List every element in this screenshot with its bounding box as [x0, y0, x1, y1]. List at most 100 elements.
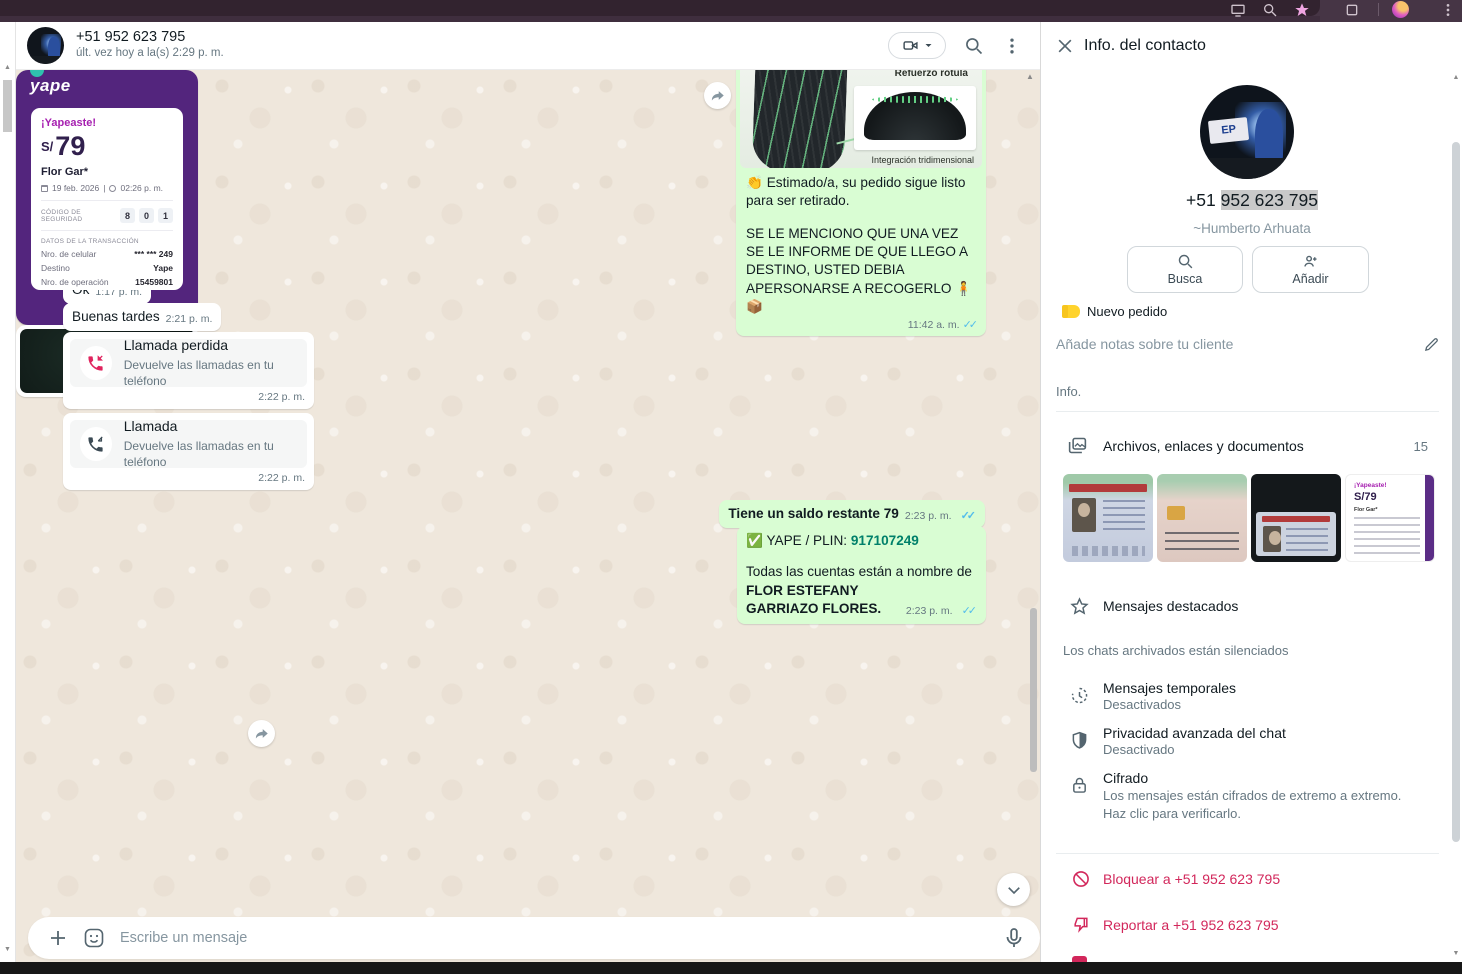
avatar-photo-plate: EP: [1208, 117, 1250, 144]
report-contact-item[interactable]: Reportar a +51 952 623 795: [1103, 917, 1279, 933]
panel-scrollbar-thumb[interactable]: [1452, 142, 1460, 842]
receipt-row-label: Nro. de celular: [41, 249, 96, 259]
left-scrollbar-thumb[interactable]: [3, 80, 12, 132]
media-count[interactable]: 15: [1414, 439, 1428, 454]
media-thumb-id-card-photo[interactable]: [1251, 474, 1341, 562]
bookmark-star-icon[interactable]: [1294, 2, 1310, 18]
encryption-item[interactable]: Cifrado: [1103, 770, 1148, 786]
microphone-icon[interactable]: [1002, 926, 1026, 950]
contact-profile-photo[interactable]: EP: [1200, 85, 1294, 179]
message-greeting[interactable]: Buenas tardes 2:21 p. m.: [63, 303, 221, 331]
video-call-button[interactable]: [888, 32, 946, 59]
image-label-top: Refuerzo rótula: [895, 70, 968, 81]
missed-call-card[interactable]: Llamada perdida Devuelve las llamadas en…: [63, 332, 314, 409]
message-time: 2:21 p. m.: [166, 312, 213, 326]
message-composer[interactable]: Escribe un mensaje: [28, 917, 1040, 959]
media-thumb-id-card-back[interactable]: [1157, 474, 1247, 562]
page-left-scrollbar[interactable]: ▲ ▼: [0, 22, 16, 962]
chat-message-list[interactable]: ▲ Refuerzo rótula Integración tridimensi…: [16, 70, 1040, 962]
message-input[interactable]: Escribe un mensaje: [120, 930, 1002, 946]
read-receipt-icon: ✓✓: [963, 318, 978, 333]
message-time: 2:23 p. m.: [905, 509, 952, 523]
search-in-chat-button[interactable]: Busca: [1127, 246, 1243, 293]
chat-menu-icon[interactable]: [1002, 36, 1022, 56]
browser-search-icon[interactable]: [1262, 2, 1278, 18]
scroll-to-bottom-button[interactable]: [997, 873, 1030, 906]
receipt-divider: [41, 200, 173, 201]
attach-plus-icon[interactable]: [46, 926, 70, 950]
contact-phone-number[interactable]: +51 952 623 795: [1041, 190, 1462, 211]
order-tag-icon: [1063, 305, 1080, 318]
media-thumbnails[interactable]: ¡Yapeaste! S/79 Flor Gar*: [1063, 474, 1435, 562]
message-balance[interactable]: Tiene un saldo restante 79 2:23 p. m. ✓✓: [719, 500, 985, 528]
message-time: 2:23 p. m.: [906, 604, 953, 618]
emoji-sticker-icon[interactable]: [82, 926, 106, 950]
chat-search-icon[interactable]: [964, 36, 984, 56]
block-contact-item[interactable]: Bloquear a +51 952 623 795: [1103, 871, 1280, 887]
receipt-row-value: *** *** 249: [134, 249, 173, 259]
chat-scrollbar-thumb[interactable]: [1030, 608, 1037, 772]
edit-notes-icon[interactable]: [1423, 336, 1440, 353]
receipt-purple-bar: [1425, 475, 1434, 561]
message-accounts[interactable]: ✅ YAPE / PLIN: 917107249 Todas las cuent…: [737, 526, 986, 624]
call-card[interactable]: Llamada Devuelve las llamadas en tu telé…: [63, 413, 314, 490]
avatar-photo-ground: [27, 56, 64, 64]
chat-scroll-up-icon[interactable]: ▲: [1026, 72, 1034, 81]
contact-info-panel: Info. del contacto EP +51 952 623 795 ~H…: [1040, 22, 1462, 962]
block-icon: [1071, 869, 1091, 889]
receipt-payee: Flor Gar*: [41, 166, 173, 178]
id-card-footer-lines: [1072, 546, 1145, 556]
id-card-small: [1256, 512, 1336, 556]
message-text-line1: 👏 Estimado/a, su pedido sigue listo para…: [746, 174, 976, 211]
add-contact-button[interactable]: Añadir: [1252, 246, 1369, 293]
message-time: 2:22 p. m.: [258, 471, 305, 485]
star-icon: [1069, 596, 1090, 617]
extensions-icon[interactable]: [1344, 2, 1360, 18]
disappearing-messages-status: Desactivados: [1103, 697, 1181, 712]
id-card-photo: [1263, 526, 1281, 552]
forward-message-button[interactable]: [248, 720, 275, 747]
thumb-receipt-amount: S/79: [1354, 491, 1377, 503]
advanced-privacy-item[interactable]: Privacidad avanzada del chat: [1103, 725, 1286, 741]
call-card-inner[interactable]: Llamada perdida Devuelve las llamadas en…: [70, 339, 307, 387]
message-order-status[interactable]: Refuerzo rótula Integración tridimension…: [736, 70, 986, 336]
disappearing-messages-item[interactable]: Mensajes temporales: [1103, 680, 1236, 696]
panel-scrollbar[interactable]: ▲ ▼: [1451, 72, 1461, 960]
thumbs-down-icon: [1071, 915, 1091, 935]
scroll-down-arrow-icon[interactable]: ▼: [3, 946, 12, 953]
panel-scroll-up-icon[interactable]: ▲: [1451, 74, 1461, 81]
id-card-header: [1069, 484, 1147, 492]
scroll-up-arrow-icon[interactable]: ▲: [3, 64, 12, 71]
contact-alias: ~Humberto Arhuata: [1041, 221, 1462, 236]
install-app-icon[interactable]: [1230, 2, 1246, 18]
media-thumb-yape-receipt[interactable]: ¡Yapeaste! S/79 Flor Gar*: [1345, 474, 1435, 562]
chat-column: +51 952 623 795 últ. vez hoy a la(s) 2:2…: [16, 22, 1040, 962]
bottom-black-bar: [0, 962, 1462, 974]
payment-number-link[interactable]: 917107249: [851, 533, 919, 548]
yape-logo: yape: [30, 76, 71, 96]
browser-menu-icon[interactable]: [1440, 2, 1456, 18]
chat-header[interactable]: +51 952 623 795 últ. vez hoy a la(s) 2:2…: [16, 22, 1040, 70]
chat-contact-avatar[interactable]: [27, 27, 64, 64]
panel-title: Info. del contacto: [1084, 37, 1206, 55]
starred-messages-item[interactable]: Mensajes destacados: [1103, 598, 1238, 614]
close-panel-icon[interactable]: [1055, 36, 1075, 56]
info-section-label: Info.: [1056, 384, 1081, 399]
forward-message-button[interactable]: [704, 82, 731, 109]
panel-scroll-down-icon[interactable]: ▼: [1451, 950, 1461, 957]
call-card-inner[interactable]: Llamada Devuelve las llamadas en tu telé…: [70, 420, 307, 468]
browser-profile-avatar[interactable]: [1392, 1, 1409, 18]
receipt-divider: [41, 230, 173, 231]
media-thumb-id-card-front[interactable]: [1063, 474, 1153, 562]
media-section-label[interactable]: Archivos, enlaces y documentos: [1103, 438, 1304, 454]
product-image[interactable]: Refuerzo rótula Integración tridimension…: [740, 70, 982, 168]
yape-receipt-image[interactable]: yape ¡Yapeaste! S/ 79 Flor Gar* 19 feb. …: [16, 70, 198, 325]
order-tag-label[interactable]: Nuevo pedido: [1087, 304, 1167, 319]
browser-topbar: [0, 0, 1462, 22]
receipt-row-value: 15459801: [135, 277, 173, 287]
client-notes-placeholder[interactable]: Añade notas sobre tu cliente: [1056, 336, 1233, 352]
image-inset-panel: [854, 86, 976, 150]
chat-contact-name[interactable]: +51 952 623 795: [76, 29, 185, 45]
date-time-divider: |: [103, 183, 105, 193]
receipt-row-value: Yape: [153, 263, 173, 273]
